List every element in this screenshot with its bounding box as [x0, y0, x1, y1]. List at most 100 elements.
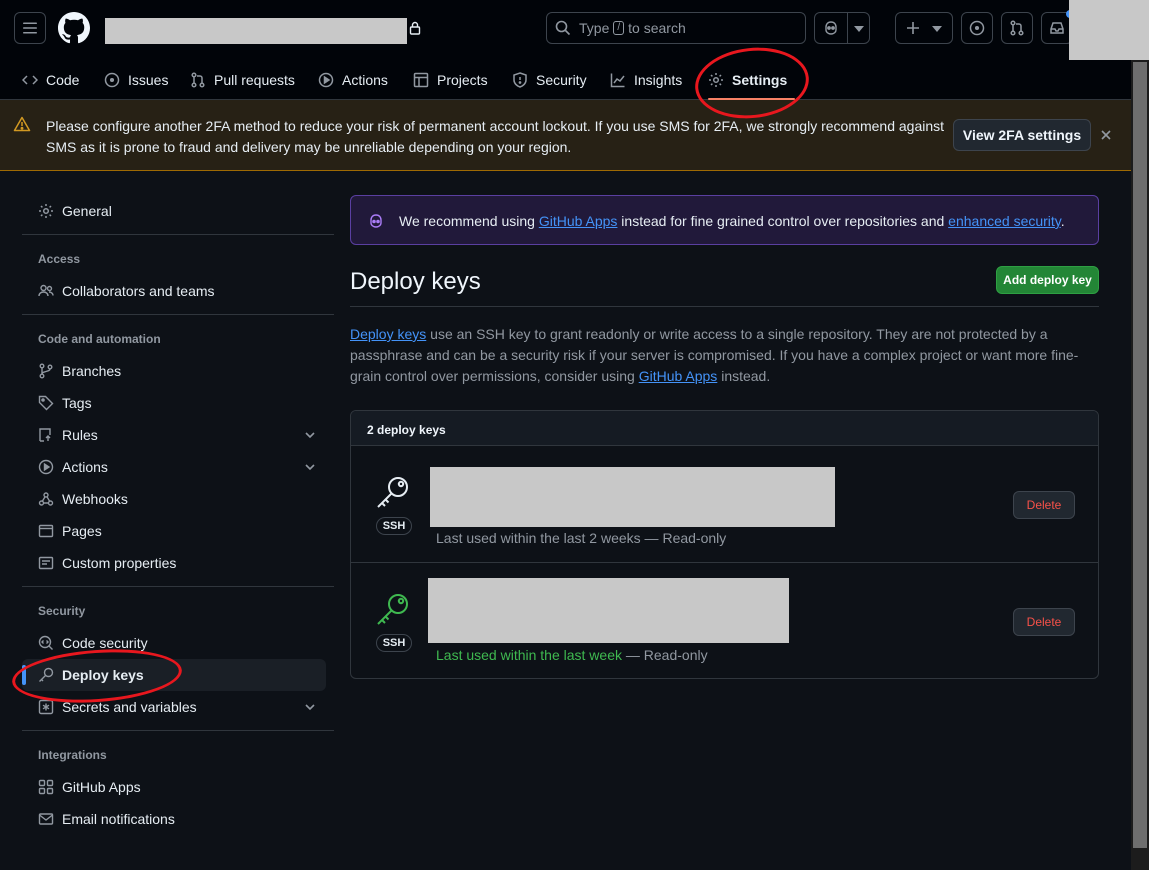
- key-title-redacted: [428, 578, 789, 643]
- flash-text: .: [1060, 213, 1065, 229]
- title-divider: [350, 306, 1099, 307]
- tab-security[interactable]: Security: [512, 60, 587, 100]
- sidebar-item-label: General: [62, 203, 112, 219]
- sidebar-item-deploy-keys[interactable]: Deploy keys: [22, 659, 326, 691]
- sidebar-item-tags[interactable]: Tags: [22, 387, 326, 419]
- delete-key-button[interactable]: Delete: [1013, 491, 1075, 519]
- deploy-keys-docs-link[interactable]: Deploy keys: [350, 326, 426, 342]
- keys-count: 2 deploy keys: [367, 423, 446, 437]
- branch-icon: [39, 363, 53, 379]
- search-icon: [555, 20, 571, 36]
- tab-projects[interactable]: Projects: [413, 60, 488, 100]
- sidebar-item-actions[interactable]: Actions: [22, 451, 326, 483]
- search-placeholder-prefix: Type: [579, 20, 610, 36]
- menu-button[interactable]: [14, 12, 46, 44]
- sidebar-item-rules[interactable]: Rules: [22, 419, 326, 451]
- sidebar-item-label: Webhooks: [62, 491, 128, 507]
- sidebar-group-access: Access: [38, 252, 81, 266]
- sidebar-item-pages[interactable]: Pages: [22, 515, 326, 547]
- tab-label: Insights: [634, 72, 683, 88]
- close-icon[interactable]: [1100, 129, 1112, 141]
- sidebar-group-integrations: Integrations: [38, 748, 107, 762]
- meta-separator: —: [640, 530, 663, 546]
- deploy-keys-description: Deploy keys use an SSH key to grant read…: [350, 324, 1090, 387]
- caret-down-icon: [932, 26, 942, 32]
- search-shortcut-key: /: [613, 21, 625, 35]
- tab-label: Settings: [732, 72, 788, 88]
- repo-push-icon: [39, 428, 51, 442]
- global-header: Type / to search Code Issues Pull reques…: [0, 0, 1149, 100]
- last-used-text: Last used within the last week: [436, 647, 622, 663]
- key-icon: [377, 594, 408, 625]
- tab-label: Issues: [128, 72, 169, 88]
- tab-label: Code: [46, 72, 80, 88]
- sidebar-item-label: Secrets and variables: [62, 699, 197, 715]
- ssh-badge: SSH: [376, 517, 412, 535]
- sidebar-group-security: Security: [38, 604, 86, 618]
- scrollbar-thumb[interactable]: [1133, 62, 1147, 848]
- view-2fa-settings-button[interactable]: View 2FA settings: [953, 119, 1091, 151]
- issue-opened-icon: [104, 72, 120, 88]
- codescan-icon: [38, 635, 53, 650]
- sidebar-divider: [22, 234, 334, 235]
- alert-icon: [13, 116, 31, 132]
- pull-request-icon: [1010, 20, 1024, 36]
- copilot-icon: [825, 21, 837, 35]
- tab-settings[interactable]: Settings: [708, 60, 796, 100]
- tab-label: Pull requests: [214, 72, 295, 88]
- sidebar-item-label: Code security: [62, 635, 148, 651]
- description-text: instead.: [717, 368, 771, 384]
- delete-key-button[interactable]: Delete: [1013, 608, 1075, 636]
- sidebar-item-secrets[interactable]: Secrets and variables: [22, 691, 326, 723]
- ssh-badge: SSH: [376, 634, 412, 652]
- tag-icon: [38, 395, 54, 411]
- sidebar-item-label: Pages: [62, 523, 102, 539]
- sidebar-item-label: Rules: [62, 427, 98, 443]
- pull-request-icon: [191, 72, 205, 88]
- caret-down-icon: [854, 26, 864, 32]
- key-icon: [39, 667, 54, 682]
- pull-requests-button[interactable]: [1001, 12, 1033, 44]
- sidebar-item-general[interactable]: General: [22, 195, 326, 227]
- banner-message: Please configure another 2FA method to r…: [46, 118, 945, 155]
- meta-separator: —: [622, 647, 644, 663]
- sidebar-item-branches[interactable]: Branches: [22, 355, 326, 387]
- issues-button[interactable]: [961, 12, 993, 44]
- add-deploy-key-button[interactable]: Add deploy key: [996, 266, 1099, 294]
- sidebar-item-email-notifications[interactable]: Email notifications: [22, 803, 326, 835]
- gear-icon: [709, 73, 723, 87]
- tab-issues[interactable]: Issues: [104, 60, 168, 100]
- tab-pull-requests[interactable]: Pull requests: [190, 60, 295, 100]
- avatar-redacted: [1069, 0, 1149, 60]
- lock-icon: [409, 21, 421, 35]
- sidebar-item-label: Collaborators and teams: [62, 283, 215, 299]
- chevron-down-icon: [305, 704, 315, 711]
- github-apps-link[interactable]: GitHub Apps: [639, 368, 718, 384]
- tab-code[interactable]: Code: [22, 60, 79, 100]
- key-title-redacted: [430, 467, 835, 527]
- tab-insights[interactable]: Insights: [610, 60, 682, 100]
- github-apps-recommendation: We recommend using GitHub Apps instead f…: [350, 195, 1099, 245]
- apps-icon: [38, 779, 54, 795]
- sidebar-item-label: Custom properties: [62, 555, 177, 571]
- tab-label: Security: [536, 72, 587, 88]
- issue-opened-icon: [969, 20, 985, 36]
- sidebar-item-collaborators[interactable]: Collaborators and teams: [22, 275, 326, 307]
- chevron-down-icon: [305, 464, 315, 471]
- sidebar-item-github-apps[interactable]: GitHub Apps: [22, 771, 326, 803]
- sidebar-item-label: Actions: [62, 459, 108, 475]
- sidebar-item-custom-properties[interactable]: Custom properties: [22, 547, 326, 579]
- copilot-button[interactable]: [814, 12, 870, 44]
- tab-actions[interactable]: Actions: [318, 60, 388, 100]
- create-new-button[interactable]: [895, 12, 953, 44]
- deploy-key-row: SSH Last used within the last 2 weeks — …: [351, 446, 1098, 562]
- search-input[interactable]: Type / to search: [546, 12, 806, 44]
- key-meta: Last used within the last 2 weeks — Read…: [436, 530, 726, 546]
- sidebar-item-label: Email notifications: [62, 811, 175, 827]
- enhanced-security-link[interactable]: enhanced security: [948, 213, 1061, 229]
- sidebar-item-webhooks[interactable]: Webhooks: [22, 483, 326, 515]
- inbox-icon: [1050, 22, 1064, 34]
- github-logo-icon[interactable]: [58, 12, 90, 44]
- github-apps-link[interactable]: GitHub Apps: [539, 213, 618, 229]
- sidebar-item-code-security[interactable]: Code security: [22, 627, 326, 659]
